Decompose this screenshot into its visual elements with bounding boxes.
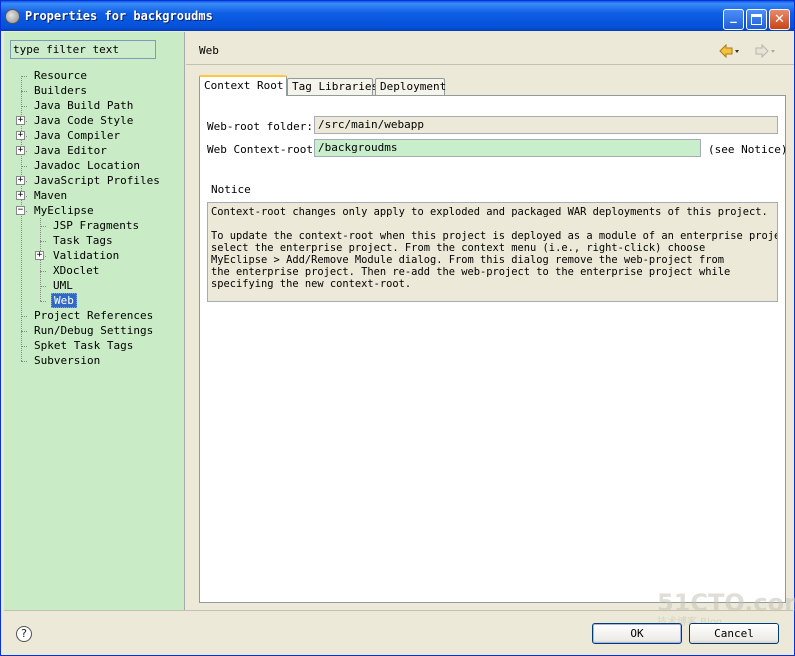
tree-item[interactable]: Java Compiler [32,129,122,143]
tree-item-label: Run/Debug Settings [34,324,154,337]
tree-item-label: Web [51,293,77,308]
window-title: Properties for backgroudms [25,9,213,23]
tree-item-label: Resource [34,69,87,82]
tree-connector [40,301,46,302]
expand-icon[interactable]: + [16,191,25,200]
tree-connector [21,346,27,347]
notice-text: Context-root changes only apply to explo… [207,202,778,302]
close-icon: ✕ [774,12,785,27]
tab-context-root[interactable]: Context Root [199,75,287,96]
tree-item[interactable]: Spket Task Tags [32,339,135,353]
back-button[interactable] [718,43,740,59]
tree-item[interactable]: JavaScript Profiles [32,174,162,188]
tree-connector [40,286,46,287]
tree-item[interactable]: Java Build Path [32,99,135,113]
tree-item[interactable]: Run/Debug Settings [32,324,155,338]
webroot-label: Web-root folder: [207,120,313,133]
tree-connector [40,271,46,272]
tree-item[interactable]: Task Tags [51,234,115,248]
tree-item-label: JavaScript Profiles [34,174,160,187]
tree-item-label: Java Editor [34,144,107,157]
header-separator [186,64,794,65]
tree-item-label: Builders [34,84,87,97]
tree-item-label: Java Code Style [34,114,134,127]
tree-item-label: Project References [34,309,154,322]
tree-item[interactable]: Subversion [32,354,102,368]
tab-label: Deployment [380,80,447,93]
properties-dialog: Properties for backgroudms _ ✕ Resource B… [0,0,795,656]
maximize-button[interactable] [746,9,767,30]
page-title: Web [199,44,219,57]
tree-item-label: Java Build Path [34,99,134,112]
tree-item[interactable]: Maven [32,189,69,203]
tree-item-label: Spket Task Tags [34,339,134,352]
tree-item-label: JSP Fragments [53,219,140,232]
expand-icon[interactable]: + [35,251,44,260]
tree-item[interactable]: Java Editor [32,144,109,158]
close-button[interactable]: ✕ [769,9,790,30]
expand-icon[interactable]: + [16,131,25,140]
tree-item[interactable]: Project References [32,309,155,323]
tree-item[interactable]: XDoclet [51,264,101,278]
tab-label: Tag Libraries [292,80,379,93]
tree-connector [21,166,27,167]
tab-tag-libraries[interactable]: Tag Libraries [287,78,378,96]
expand-icon[interactable]: + [16,176,25,185]
ok-button[interactable]: OK [592,623,682,644]
filter-input[interactable] [10,40,156,59]
watermark-main: 51CTO.com [657,589,795,617]
collapse-icon[interactable]: − [16,206,25,215]
title-bar[interactable]: Properties for backgroudms _ ✕ [1,1,794,31]
tree-connector [21,91,27,92]
tree-item-label: Subversion [34,354,101,367]
tree-connector [21,331,27,332]
context-root-panel [199,95,786,603]
tree-item-label: UML [53,279,73,292]
minimize-icon: _ [730,9,737,24]
maximize-icon [751,14,762,25]
tree-connector [40,241,46,242]
tree-connector [21,361,27,362]
tree-item-label: Maven [34,189,68,202]
tree-connector [21,106,27,107]
back-arrow-icon [719,43,739,59]
tree-item-label: XDoclet [53,264,100,277]
tree-connector [40,226,46,227]
tab-deployment[interactable]: Deployment [375,78,447,96]
tree-item-label: MyEclipse [34,204,94,217]
tree-item[interactable]: UML [51,279,75,293]
minimize-button[interactable]: _ [723,9,744,30]
tree-item[interactable]: MyEclipse [32,204,96,218]
webroot-field[interactable]: /src/main/webapp [314,116,778,134]
tree-item-label: Task Tags [53,234,113,247]
context-root-label: Web Context-root: [207,143,320,156]
help-icon[interactable]: ? [16,626,32,642]
tree-item[interactable]: Validation [51,249,121,263]
context-root-field[interactable]: /backgroudms [314,139,701,157]
tree-connector [21,316,27,317]
forward-button[interactable] [754,43,776,59]
tree-item[interactable]: JSP Fragments [51,219,141,233]
expand-icon[interactable]: + [16,116,25,125]
navigation-pane: Resource Builders Java Build Path Java Code… [4,32,185,610]
eclipse-icon [5,9,20,24]
tree-item[interactable]: Javadoc Location [32,159,142,173]
tab-label: Context Root [204,79,284,92]
cancel-button[interactable]: Cancel [689,623,779,644]
tree-item-label: Validation [53,249,120,262]
see-notice-text: (see Notice) [708,143,788,156]
tree-item[interactable]: Resource [32,69,89,83]
tree-item-label: Javadoc Location [34,159,140,172]
forward-arrow-icon [755,43,775,59]
tree-item-label: Java Compiler [34,129,121,142]
tree-item[interactable]: Java Code Style [32,114,135,128]
expand-icon[interactable]: + [16,146,25,155]
tree-item[interactable]: Web [51,293,77,308]
tree-item[interactable]: Builders [32,84,89,98]
tree-connector [21,76,27,77]
notice-label: Notice [211,183,251,196]
